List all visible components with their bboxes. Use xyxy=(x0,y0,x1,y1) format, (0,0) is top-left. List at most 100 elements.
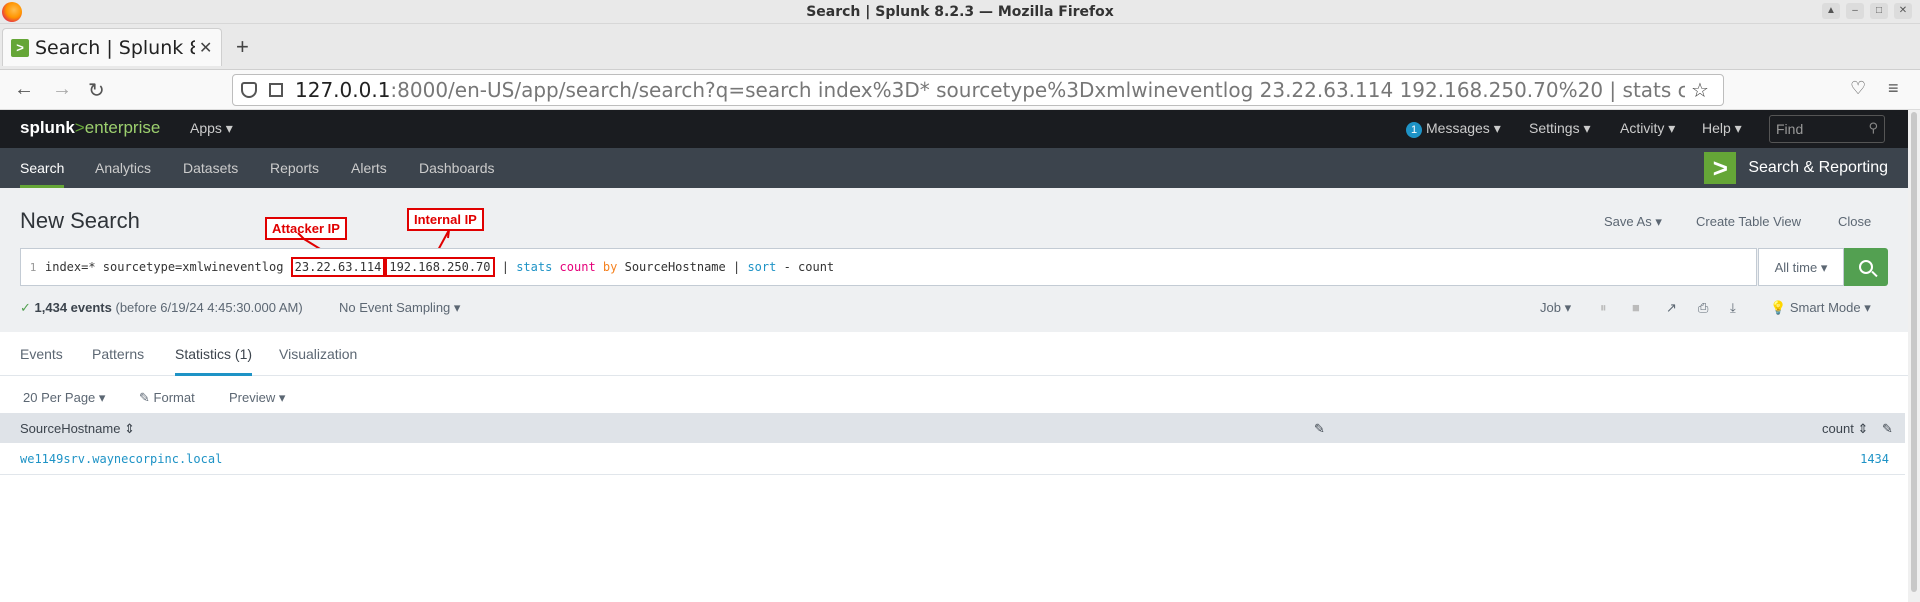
table-row: we1149srv.waynecorpinc.local 1434 xyxy=(0,443,1905,475)
share-icon[interactable]: ↗ xyxy=(1666,300,1677,316)
query-attacker-ip: 23.22.63.114 xyxy=(290,257,386,277)
event-sampling-dropdown[interactable]: No Event Sampling ▾ xyxy=(339,300,460,316)
preview-dropdown[interactable]: Preview ▾ xyxy=(229,390,285,406)
url-text[interactable]: 127.0.0.1:8000/en-US/app/search/search?q… xyxy=(295,78,1685,102)
column-header-sourcehostname[interactable]: SourceHostname ⇕ xyxy=(20,421,135,437)
window-maximize-icon[interactable]: □ xyxy=(1870,3,1888,19)
forward-icon[interactable]: → xyxy=(52,78,72,101)
search-icon[interactable]: ⚲ xyxy=(1868,120,1878,136)
event-status: ✓ 1,434 events (before 6/19/24 4:45:30.0… xyxy=(20,300,303,316)
window-up-icon[interactable]: ▲ xyxy=(1822,3,1840,19)
find-input[interactable]: Find ⚲ xyxy=(1769,115,1885,143)
pocket-icon[interactable]: ♡ xyxy=(1850,78,1866,99)
window-minimize-icon[interactable]: – xyxy=(1846,3,1864,19)
close-button[interactable]: Close xyxy=(1838,214,1871,229)
app-name-label: Search & Reporting xyxy=(1748,159,1888,176)
page-title: New Search xyxy=(20,208,140,233)
time-range-label: All time xyxy=(1774,260,1818,275)
splunk-logo[interactable]: splunk>enterprise xyxy=(20,118,160,138)
tab-search[interactable]: Search xyxy=(20,148,65,188)
scrollbar-thumb[interactable] xyxy=(1911,112,1917,592)
line-number: 1 xyxy=(29,260,37,274)
page-info-icon[interactable] xyxy=(269,83,283,97)
tab-reports[interactable]: Reports xyxy=(270,148,319,188)
bookmark-star-icon[interactable]: ☆ xyxy=(1691,78,1709,103)
splunk-appbar: Search Analytics Datasets Reports Alerts… xyxy=(0,148,1920,188)
tab-statistics[interactable]: Statistics (1) xyxy=(175,332,253,376)
query-sort-arg: - count xyxy=(776,260,835,274)
search-reporting-app-icon: > xyxy=(1704,152,1737,184)
search-icon xyxy=(1859,260,1873,274)
search-panel: New Search Save As ▾ Create Table View C… xyxy=(0,188,1920,332)
export-icon[interactable]: ⤓ xyxy=(1730,300,1736,316)
logo-gt: > xyxy=(74,118,85,137)
create-table-view-button[interactable]: Create Table View xyxy=(1696,214,1801,229)
results-table-header: SourceHostname ⇕ ✎ count ⇕ ✎ xyxy=(0,413,1905,443)
per-page-label: 20 Per Page xyxy=(23,390,96,405)
browser-navbar: ← → ↻ 127.0.0.1:8000/en-US/app/search/se… xyxy=(0,70,1920,110)
format-label: Format xyxy=(153,390,195,405)
format-button[interactable]: ✎ Format xyxy=(139,390,195,406)
column-header-count[interactable]: count ⇕ xyxy=(1822,421,1868,437)
tab-analytics[interactable]: Analytics xyxy=(95,148,151,188)
window-close-icon[interactable]: ✕ xyxy=(1894,3,1912,19)
query-pipe: | xyxy=(494,260,517,274)
settings-label: Settings xyxy=(1529,120,1580,136)
settings-menu[interactable]: Settings ▾ xyxy=(1529,120,1591,137)
cell-sourcehostname[interactable]: we1149srv.waynecorpinc.local xyxy=(20,452,222,466)
job-menu[interactable]: Job ▾ xyxy=(1540,300,1571,316)
help-menu[interactable]: Help ▾ xyxy=(1702,120,1742,137)
app-name[interactable]: > Search & Reporting xyxy=(1704,152,1888,184)
menu-icon[interactable]: ≡ xyxy=(1888,78,1899,99)
tab-patterns[interactable]: Patterns xyxy=(92,332,144,376)
stop-icon[interactable]: ■ xyxy=(1632,300,1640,315)
query-count: count xyxy=(559,260,596,274)
search-query-input[interactable]: 1 index=* sourcetype=xmlwineventlog 23.2… xyxy=(20,248,1757,286)
save-as-label: Save As xyxy=(1604,214,1652,229)
reload-icon[interactable]: ↻ xyxy=(88,78,105,103)
event-time: (before 6/19/24 4:45:30.000 AM) xyxy=(115,300,303,315)
sort-icon[interactable]: ⇕ xyxy=(124,421,135,436)
activity-menu[interactable]: Activity ▾ xyxy=(1620,120,1675,137)
query-by: by xyxy=(602,260,618,274)
window-titlebar: Search | Splunk 8.2.3 — Mozilla Firefox … xyxy=(0,0,1920,24)
per-page-dropdown[interactable]: 20 Per Page ▾ xyxy=(23,390,105,406)
time-range-picker[interactable]: All time ▾ xyxy=(1758,248,1844,286)
tab-alerts[interactable]: Alerts xyxy=(351,148,387,188)
column-label: count xyxy=(1822,421,1854,436)
tab-datasets[interactable]: Datasets xyxy=(183,148,238,188)
back-icon[interactable]: ← xyxy=(14,78,34,101)
edit-column-icon[interactable]: ✎ xyxy=(1882,421,1893,437)
edit-column-icon[interactable]: ✎ xyxy=(1314,421,1325,437)
search-query-text[interactable]: index=* sourcetype=xmlwineventlog 23.22.… xyxy=(45,257,835,277)
tab-visualization[interactable]: Visualization xyxy=(279,332,357,376)
query-prefix: index=* sourcetype=xmlwineventlog xyxy=(45,260,291,274)
sort-icon[interactable]: ⇕ xyxy=(1857,421,1868,436)
tab-close-icon[interactable]: ✕ xyxy=(199,38,212,58)
query-stats: stats xyxy=(516,260,553,274)
tab-events[interactable]: Events xyxy=(20,332,63,376)
logo-enterprise: enterprise xyxy=(84,118,161,137)
messages-count-badge: 1 xyxy=(1406,122,1422,138)
print-icon[interactable]: ⎙ xyxy=(1698,300,1708,316)
browser-tab-label: Search | Splunk 8 xyxy=(35,36,195,59)
tab-dashboards[interactable]: Dashboards xyxy=(419,148,495,188)
pause-icon[interactable]: ⏸ xyxy=(1600,300,1607,316)
apps-menu[interactable]: Apps ▾ xyxy=(190,120,233,137)
url-bar[interactable]: 127.0.0.1:8000/en-US/app/search/search?q… xyxy=(232,74,1724,106)
messages-menu[interactable]: 1 Messages ▾ xyxy=(1406,120,1501,138)
new-tab-icon[interactable]: + xyxy=(236,34,249,60)
save-as-button[interactable]: Save As ▾ xyxy=(1604,214,1662,230)
page-scrollbar[interactable] xyxy=(1908,110,1920,602)
cell-count[interactable]: 1434 xyxy=(1860,452,1889,466)
apps-label: Apps xyxy=(190,120,222,136)
run-search-button[interactable] xyxy=(1844,248,1888,286)
search-mode-menu[interactable]: 💡 Smart Mode ▾ xyxy=(1770,300,1871,316)
window-title: Search | Splunk 8.2.3 — Mozilla Firefox xyxy=(806,4,1114,20)
pencil-icon: ✎ xyxy=(139,390,150,405)
shield-icon[interactable] xyxy=(241,82,257,98)
browser-tab[interactable]: > Search | Splunk 8 ✕ xyxy=(2,28,222,66)
sampling-label: No Event Sampling xyxy=(339,300,451,315)
annotation-attacker-ip: Attacker IP xyxy=(265,217,347,240)
annotation-internal-ip: Internal IP xyxy=(407,208,484,231)
